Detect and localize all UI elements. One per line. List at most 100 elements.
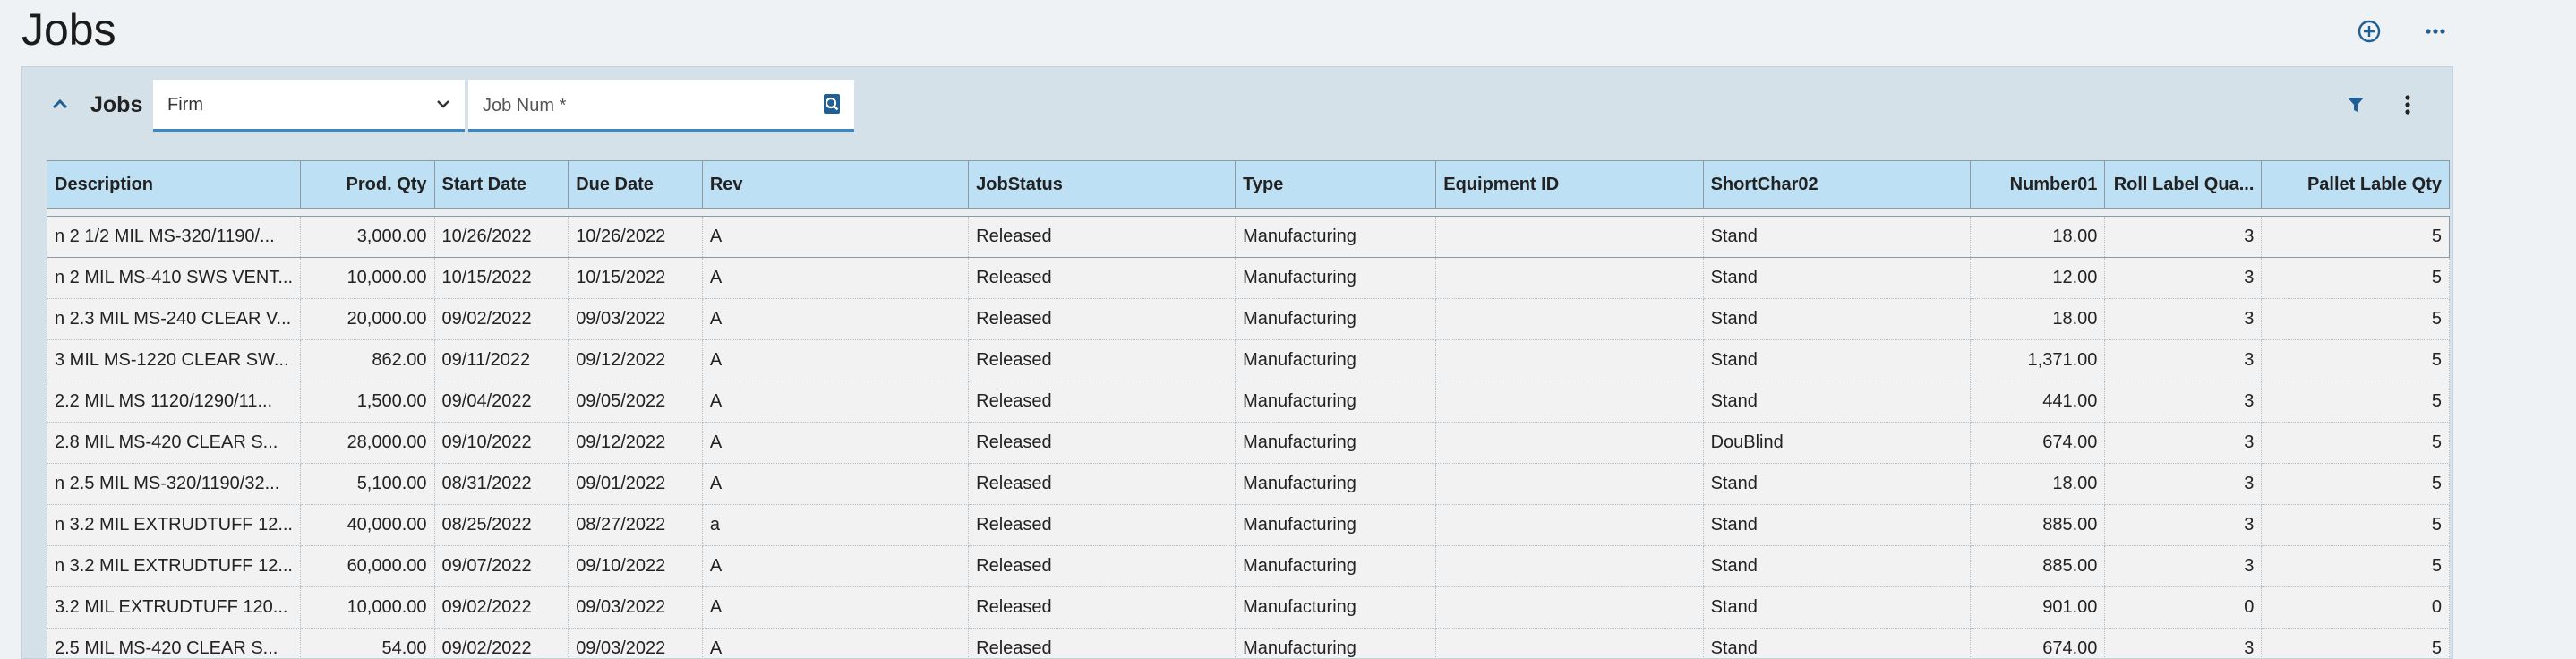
table-cell: Released xyxy=(968,339,1237,381)
table-cell: 09/03/2022 xyxy=(568,298,703,340)
table-cell xyxy=(1435,463,1704,505)
table-cell: A xyxy=(701,257,970,299)
table-cell: Stand xyxy=(1702,545,1971,587)
table-cell: 28,000.00 xyxy=(300,422,435,464)
more-horizontal-icon[interactable] xyxy=(2420,16,2451,47)
panel-actions xyxy=(2343,92,2420,117)
table-cell: 08/27/2022 xyxy=(568,504,703,546)
search-icon[interactable] xyxy=(822,93,842,119)
column-header[interactable]: Equipment ID xyxy=(1435,160,1704,209)
table-cell: 5,100.00 xyxy=(300,463,435,505)
table-cell xyxy=(1435,422,1704,464)
table-cell: 3 xyxy=(2104,381,2263,423)
table-cell: 5 xyxy=(2261,545,2450,587)
add-circle-icon[interactable] xyxy=(2354,16,2384,47)
table-cell: 20,000.00 xyxy=(300,298,435,340)
column-header[interactable]: Start Date xyxy=(433,160,569,209)
table-cell: 09/02/2022 xyxy=(433,586,569,629)
table-cell: 674.00 xyxy=(1969,422,2106,464)
table-cell: 09/01/2022 xyxy=(568,463,703,505)
column-header[interactable]: Description xyxy=(47,160,302,209)
job-num-search[interactable] xyxy=(468,80,854,132)
table-cell: Released xyxy=(968,298,1237,340)
table-cell xyxy=(1435,339,1704,381)
table-cell: 54.00 xyxy=(300,628,435,658)
table-cell xyxy=(1435,257,1704,299)
table-cell: 5 xyxy=(2261,257,2450,299)
table-cell: Manufacturing xyxy=(1235,381,1437,423)
column-header[interactable]: Prod. Qty xyxy=(300,160,435,209)
table-cell: 3 xyxy=(2104,298,2263,340)
table-cell xyxy=(1435,628,1704,658)
table-row[interactable]: 2.2 MIL MS 1120/1290/11... 1,500.00 09/04/… xyxy=(47,381,2450,423)
table-cell: 5 xyxy=(2261,216,2450,258)
table-cell: A xyxy=(701,422,970,464)
table-cell: 18.00 xyxy=(1969,298,2106,340)
table-cell: 09/10/2022 xyxy=(568,545,703,587)
table-cell: A xyxy=(701,339,970,381)
table-cell: 09/02/2022 xyxy=(433,298,569,340)
table-cell: 674.00 xyxy=(1969,628,2106,658)
table-cell: Released xyxy=(968,216,1237,258)
column-header[interactable]: JobStatus xyxy=(968,160,1237,209)
table-cell: Released xyxy=(968,628,1237,658)
table-cell: 10/26/2022 xyxy=(433,216,569,258)
table-cell: Released xyxy=(968,463,1237,505)
filter-icon[interactable] xyxy=(2343,92,2368,117)
table-row[interactable]: n 2.3 MIL MS-240 CLEAR V... 20,000.00 09/0… xyxy=(47,298,2450,340)
table-cell: Released xyxy=(968,257,1237,299)
table-cell: 18.00 xyxy=(1969,216,2106,258)
table-cell: DouBlind xyxy=(1702,422,1971,464)
column-header[interactable]: Roll Label Qua... xyxy=(2104,160,2263,209)
table-cell: Manufacturing xyxy=(1235,216,1437,258)
table-cell: Manufacturing xyxy=(1235,257,1437,299)
table-cell: Manufacturing xyxy=(1235,298,1437,340)
job-num-input[interactable] xyxy=(481,92,807,119)
column-header[interactable]: Due Date xyxy=(568,160,703,209)
table-cell: Manufacturing xyxy=(1235,422,1437,464)
table-cell: 2.8 MIL MS-420 CLEAR S... xyxy=(47,422,302,464)
table-row[interactable]: 3.2 MIL EXTRUDTUFF 120... 10,000.00 09/02/… xyxy=(47,586,2450,629)
column-header[interactable]: Rev xyxy=(701,160,970,209)
table-cell: Stand xyxy=(1702,339,1971,381)
table-cell: 3 MIL MS-1220 CLEAR SW... xyxy=(47,339,302,381)
table-cell: 5 xyxy=(2261,381,2450,423)
table-row[interactable]: 2.5 MIL MS-420 CLEAR S... 54.00 09/02/2022… xyxy=(47,628,2450,658)
table-row[interactable]: n 2 MIL MS-410 SWS VENT... 10,000.00 10/15… xyxy=(47,257,2450,299)
table-cell: 09/11/2022 xyxy=(433,339,569,381)
table-row[interactable]: 3 MIL MS-1220 CLEAR SW... 862.00 09/11/202… xyxy=(47,339,2450,381)
table-row[interactable]: n 2 1/2 MIL MS-320/1190/... 3,000.00 10/26… xyxy=(47,216,2450,258)
table-cell: 3 xyxy=(2104,545,2263,587)
table-cell: Released xyxy=(968,422,1237,464)
table-cell: n 2 1/2 MIL MS-320/1190/... xyxy=(47,216,302,258)
table-cell: 3 xyxy=(2104,463,2263,505)
table-cell: Stand xyxy=(1702,257,1971,299)
table-row[interactable]: n 2.5 MIL MS-320/1190/32... 5,100.00 08/31… xyxy=(47,463,2450,505)
table-cell: 3 xyxy=(2104,422,2263,464)
table-cell: Manufacturing xyxy=(1235,586,1437,629)
table-cell: Manufacturing xyxy=(1235,545,1437,587)
table-row[interactable]: n 3.2 MIL EXTRUDTUFF 12... 40,000.00 08/25… xyxy=(47,504,2450,546)
table-row[interactable]: n 3.2 MIL EXTRUDTUFF 12... 60,000.00 09/07… xyxy=(47,545,2450,587)
chevron-up-icon[interactable] xyxy=(47,92,73,117)
table-cell xyxy=(1435,298,1704,340)
table-cell: n 3.2 MIL EXTRUDTUFF 12... xyxy=(47,504,302,546)
company-select[interactable]: Firm xyxy=(153,80,465,132)
table-cell: 3 xyxy=(2104,504,2263,546)
page-title: Jobs xyxy=(21,4,116,55)
table-row[interactable]: 2.8 MIL MS-420 CLEAR S... 28,000.00 09/10/… xyxy=(47,422,2450,464)
column-header[interactable]: ShortChar02 xyxy=(1702,160,1971,209)
table-cell: A xyxy=(701,628,970,658)
table-cell: 901.00 xyxy=(1969,586,2106,629)
table-cell xyxy=(1435,216,1704,258)
more-vertical-icon[interactable] xyxy=(2395,92,2420,117)
column-header[interactable]: Pallet Lable Qty xyxy=(2261,160,2450,209)
column-header[interactable]: Type xyxy=(1235,160,1437,209)
column-header[interactable]: Number01 xyxy=(1969,160,2106,209)
panel-header: Jobs Firm xyxy=(22,67,2452,148)
table-cell: 12.00 xyxy=(1969,257,2106,299)
table-cell: 3 xyxy=(2104,628,2263,658)
table-cell: Manufacturing xyxy=(1235,339,1437,381)
table-cell: A xyxy=(701,545,970,587)
chevron-down-icon[interactable] xyxy=(434,95,452,117)
